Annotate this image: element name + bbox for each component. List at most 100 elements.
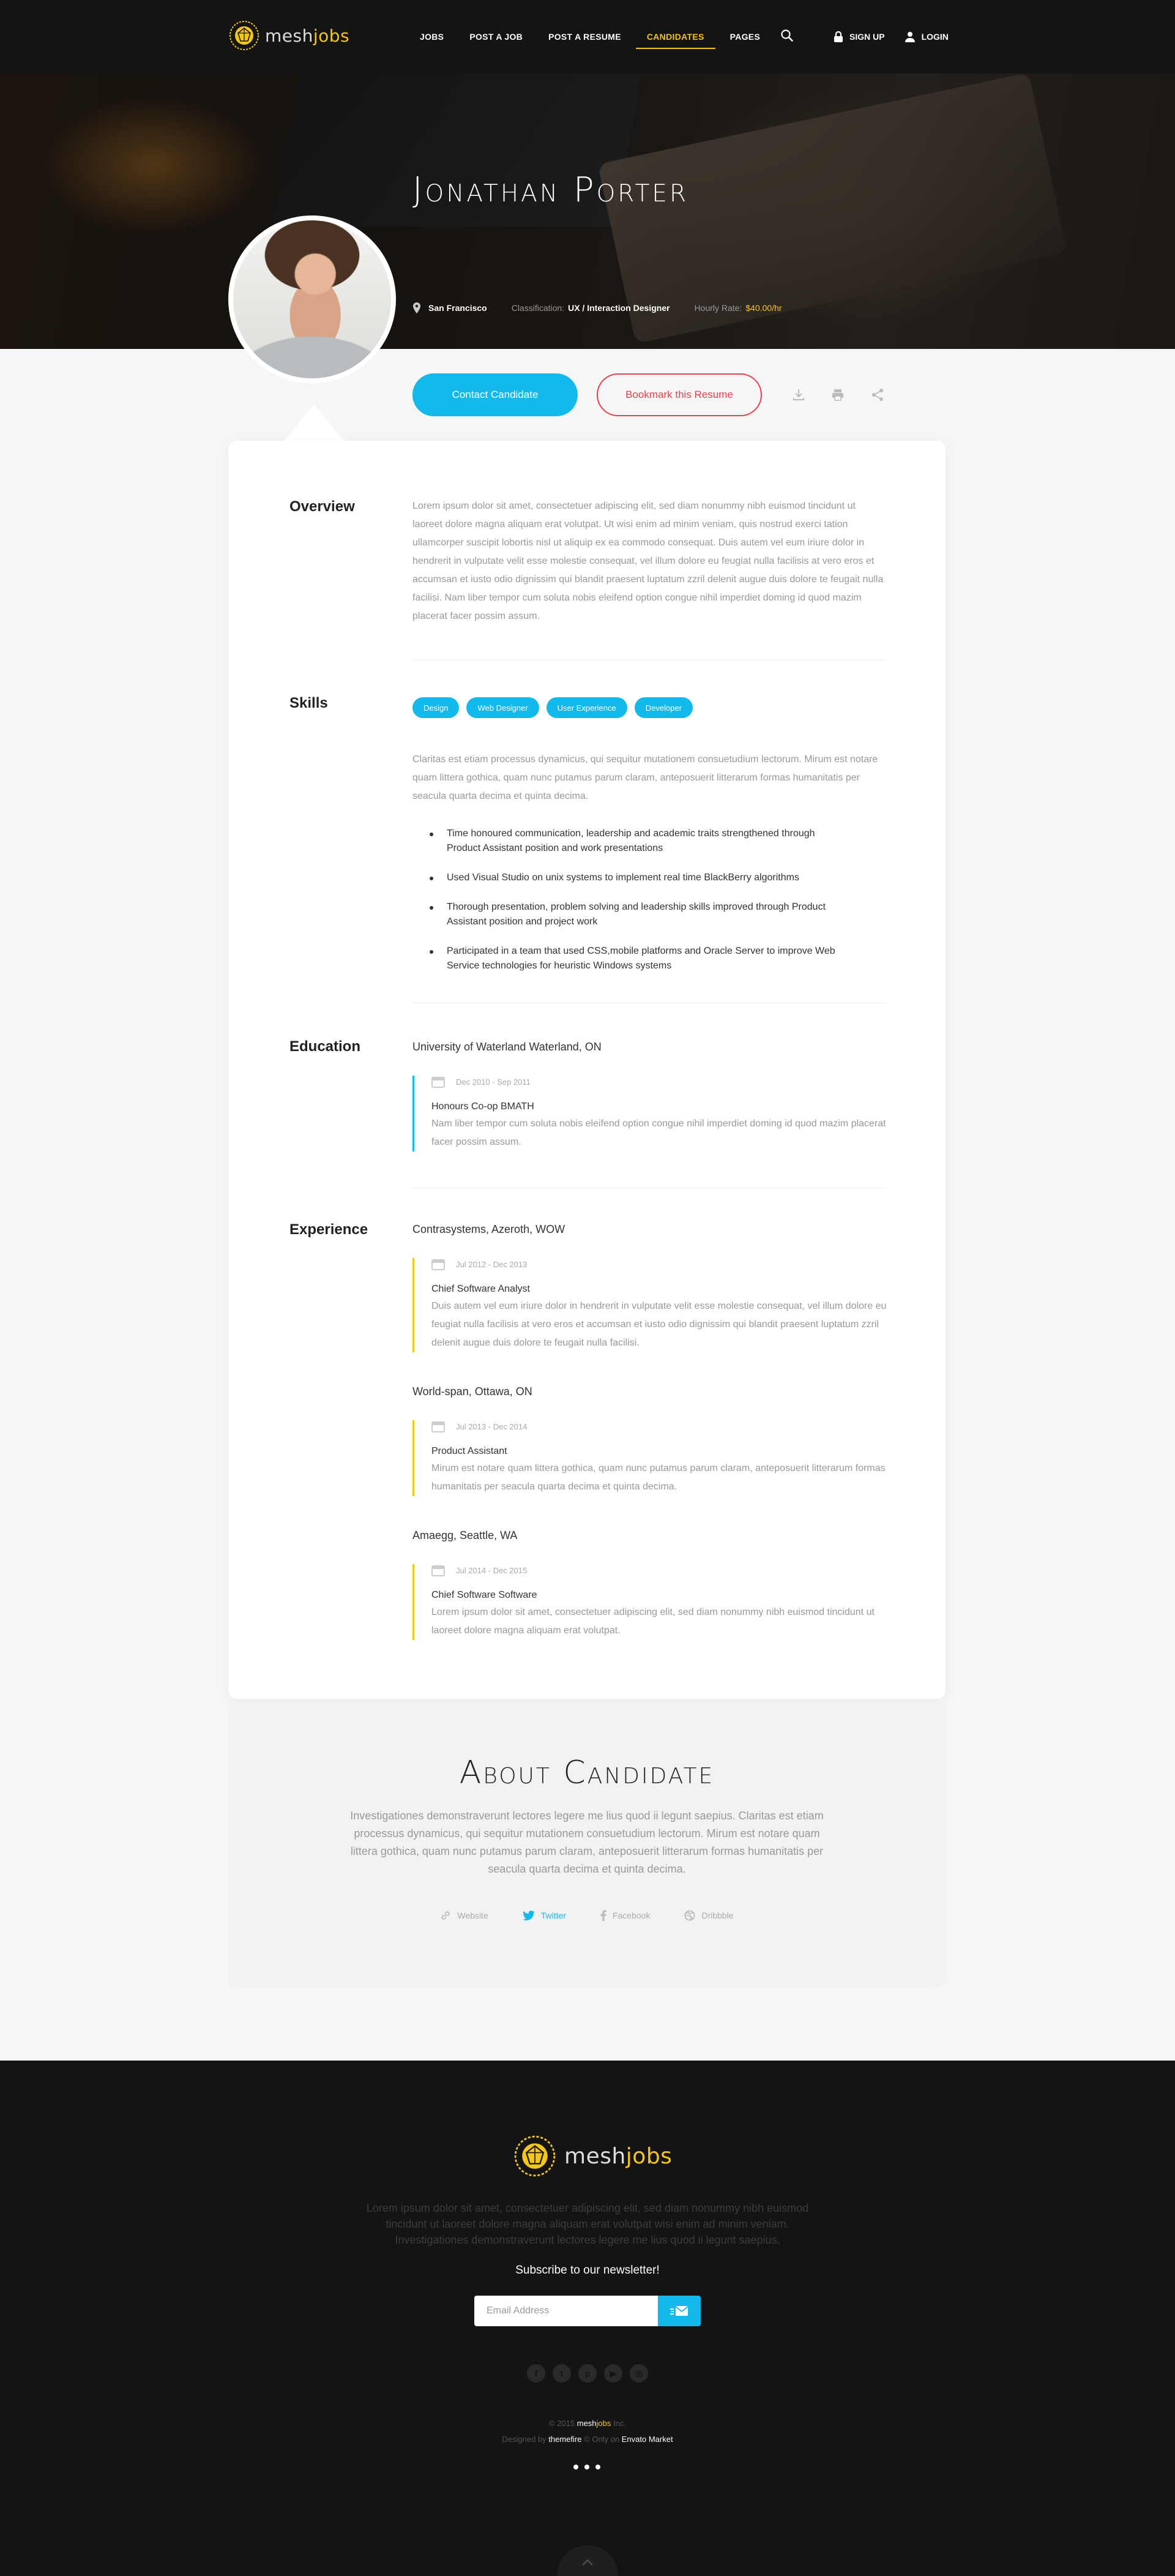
skills-bullet-list: Time honoured communication, leadership … xyxy=(412,826,887,973)
nav-item-pages[interactable]: PAGES xyxy=(730,0,760,73)
designer-link[interactable]: themefire xyxy=(548,2435,581,2444)
print-icon[interactable] xyxy=(829,386,847,404)
date-row: Jul 2012 - Dec 2013 xyxy=(431,1258,887,1270)
date-row: Jul 2014 - Dec 2015 xyxy=(431,1564,887,1576)
dribbble-icon xyxy=(685,1910,695,1921)
footer-logo[interactable]: meshjobs xyxy=(513,2134,672,2178)
share-icon[interactable] xyxy=(868,386,887,404)
link-icon xyxy=(441,1911,450,1920)
experience-role: Chief Software Software xyxy=(431,1590,537,1600)
copyright-brand-part2: jobs xyxy=(596,2419,611,2428)
date-row: Jul 2013 - Dec 2014 xyxy=(431,1420,887,1432)
skill-chips: Design Web Designer User Experience Deve… xyxy=(412,697,887,718)
logo-text-part2: jobs xyxy=(313,25,350,46)
page: meshjobs JOBS POST A JOB POST A RESUME C… xyxy=(0,0,1175,2576)
facebook-icon[interactable]: f xyxy=(527,2364,545,2383)
dribbble-icon[interactable]: ◎ xyxy=(630,2364,648,2383)
main-menu: JOBS POST A JOB POST A RESUME CANDIDATES… xyxy=(420,0,786,73)
calendar-icon xyxy=(431,1077,445,1088)
nav-item-post-a-resume[interactable]: POST A RESUME xyxy=(548,0,621,73)
skill-chip[interactable]: Web Designer xyxy=(466,697,539,718)
experience-desc: Lorem ipsum dolor sit amet, consectetuer… xyxy=(431,1607,875,1636)
education-title: Education xyxy=(289,1038,361,1055)
footer-description: Lorem ipsum dolor sit amet, consectetuer… xyxy=(366,2202,809,2246)
dribbble-label: Dribbble xyxy=(701,1911,734,1920)
logo-text: meshjobs xyxy=(265,26,349,46)
list-item: Used Visual Studio on unix systems to im… xyxy=(430,871,851,885)
experience-item: Amaegg, Seattle, WA Jul 2014 - Dec 2015 … xyxy=(412,1529,887,1640)
signup-label: SIGN UP xyxy=(849,32,885,42)
experience-item: World-span, Ottawa, ON Jul 2013 - Dec 20… xyxy=(412,1385,887,1496)
twitter-icon[interactable]: t xyxy=(553,2364,571,2383)
meta-location: San Francisco xyxy=(412,302,487,313)
experience-desc: Duis autem vel eum iriure dolor in hendr… xyxy=(431,1301,887,1348)
website-label: Website xyxy=(457,1911,488,1920)
about-title: About Candidate xyxy=(459,1754,715,1791)
education-dates: Dec 2010 - Sep 2011 xyxy=(456,1077,531,1087)
logo-text-part1: mesh xyxy=(265,25,313,46)
education-degree: Honours Co-op BMATH xyxy=(431,1101,534,1112)
logo-mark-icon xyxy=(514,2135,556,2177)
copyright-brand-part1: mesh xyxy=(576,2419,597,2428)
candidate-meta: San Francisco Classification: UX / Inter… xyxy=(412,302,807,313)
experience-org: Amaegg, Seattle, WA xyxy=(412,1529,518,1541)
top-navbar: meshjobs JOBS POST A JOB POST A RESUME C… xyxy=(0,0,1175,73)
experience-desc: Mirum est notare quam littera gothica, q… xyxy=(431,1463,886,1492)
experience-timeline-entry: Jul 2012 - Dec 2013 Chief Software Analy… xyxy=(412,1258,887,1352)
logo[interactable]: meshjobs xyxy=(228,20,349,51)
rate-key: Hourly Rate: xyxy=(694,303,742,313)
location-pin-icon xyxy=(413,302,420,313)
dribbble-link[interactable]: Dribbble xyxy=(684,1910,734,1921)
bookmark-resume-button[interactable]: Bookmark this Resume xyxy=(597,373,762,416)
market-link[interactable]: Envato Market xyxy=(622,2435,673,2444)
twitter-link[interactable]: Twitter xyxy=(522,1910,566,1921)
nav-item-candidates[interactable]: CANDIDATES xyxy=(635,0,715,73)
skill-chip[interactable]: Developer xyxy=(634,697,693,718)
designed-by-label: Designed by xyxy=(502,2435,546,2444)
facebook-link[interactable]: Facebook xyxy=(600,1910,650,1921)
newsletter-form xyxy=(474,2296,701,2326)
date-row: Dec 2010 - Sep 2011 xyxy=(431,1076,887,1088)
search-icon[interactable] xyxy=(780,28,794,43)
youtube-icon[interactable]: ▶ xyxy=(604,2364,622,2383)
nav-item-jobs[interactable]: JOBS xyxy=(420,0,444,73)
education-desc: Nam liber tempor cum soluta nobis eleife… xyxy=(431,1118,886,1147)
contact-candidate-button[interactable]: Contact Candidate xyxy=(412,373,578,416)
calendar-icon xyxy=(431,1421,445,1432)
login-link[interactable]: LOGIN xyxy=(905,31,949,42)
website-link[interactable]: Website xyxy=(440,1910,488,1921)
experience-item: Contrasystems, Azeroth, WOW Jul 2012 - D… xyxy=(412,1223,887,1352)
experience-org: Contrasystems, Azeroth, WOW xyxy=(412,1223,565,1235)
footer-social-icons: f t p ▶ ◎ xyxy=(527,2364,655,2383)
signup-link[interactable]: SIGN UP xyxy=(834,31,885,42)
skill-chip[interactable]: User Experience xyxy=(546,697,627,718)
meta-classification: Classification: UX / Interaction Designe… xyxy=(512,303,670,313)
download-icon[interactable] xyxy=(789,386,808,404)
logo-text-part1: mesh xyxy=(564,2143,626,2169)
skill-chip[interactable]: Design xyxy=(412,697,460,718)
classification-key: Classification: xyxy=(511,303,565,313)
email-field[interactable] xyxy=(474,2296,658,2326)
skills-section: Design Web Designer User Experience Deve… xyxy=(412,697,887,988)
experience-role: Product Assistant xyxy=(431,1446,507,1456)
nav-item-post-a-job[interactable]: POST A JOB xyxy=(469,0,523,73)
login-label: LOGIN xyxy=(921,32,949,42)
newsletter-title: Subscribe to our newsletter! xyxy=(515,2264,660,2277)
logo-mark-icon xyxy=(229,21,259,50)
pinterest-icon[interactable]: p xyxy=(578,2364,597,2383)
subscribe-button[interactable] xyxy=(658,2296,701,2326)
credits-line: Designed by themefire © Only on Envato M… xyxy=(0,2432,1175,2447)
calendar-icon xyxy=(431,1565,445,1576)
experience-dates: Jul 2013 - Dec 2014 xyxy=(456,1421,528,1431)
copyright: © 2015 meshjobs Inc. Designed by themefi… xyxy=(0,2416,1175,2447)
overview-text: Lorem ipsum dolor sit amet, consectetuer… xyxy=(412,501,884,621)
divider xyxy=(412,660,887,661)
overview-section: Lorem ipsum dolor sit amet, consectetuer… xyxy=(412,497,887,626)
overview-title: Overview xyxy=(289,498,355,515)
scroll-top-button[interactable] xyxy=(557,2545,618,2576)
user-icon xyxy=(905,32,915,42)
about-text: Investigationes demonstraverunt lectores… xyxy=(350,1810,824,1875)
facebook-icon xyxy=(600,1910,606,1921)
card-notch xyxy=(283,404,345,442)
auth-links: SIGN UP LOGIN xyxy=(834,0,968,73)
